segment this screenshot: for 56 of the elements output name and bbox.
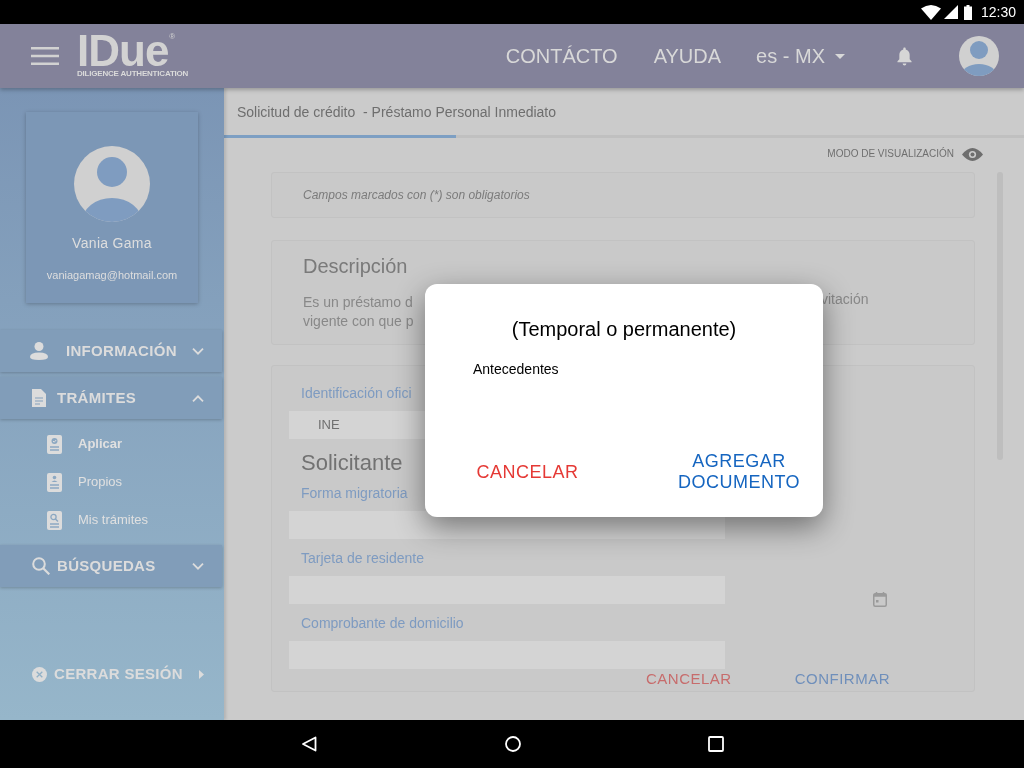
field-label: Identificación ofici — [301, 385, 412, 401]
avatar-icon[interactable] — [959, 36, 999, 76]
dialog-text: Antecedentes — [473, 361, 559, 377]
sidebar-section[interactable]: BÚSQUEDAS — [0, 545, 222, 587]
add-document-button[interactable]: AGREGAR DOCUMENTO — [670, 444, 808, 500]
logout-button[interactable]: CERRAR SESIÓN — [0, 659, 224, 689]
logo-wordmark: IDue — [77, 33, 169, 69]
document-icon — [32, 389, 46, 407]
recents-icon[interactable] — [708, 736, 724, 752]
sidebar-item[interactable]: Mis trámites — [0, 501, 224, 539]
back-icon[interactable] — [301, 736, 317, 752]
person-icon — [30, 342, 48, 360]
avatar-icon — [74, 146, 150, 222]
dialog-title: (Temporal o permanente) — [511, 317, 737, 342]
cancel-button[interactable]: CANCELAR — [465, 444, 590, 500]
profile-email: vaniagamag@hotmail.com — [46, 268, 178, 282]
badge-search-icon — [47, 510, 62, 530]
profile-name: Vania Gama — [72, 234, 152, 252]
wifi-icon — [920, 4, 941, 20]
logo-tagline: DILIGENCE AUTHENTICATION — [77, 69, 189, 79]
menu-icon[interactable] — [31, 47, 59, 65]
sidebar-section[interactable]: INFORMACIÓN — [0, 330, 222, 372]
caret-icon — [835, 53, 845, 59]
calendar-icon[interactable] — [873, 592, 887, 607]
description-text: vigente con que p — [303, 313, 414, 329]
status-time: 12:30 — [980, 3, 1016, 21]
sidebar-item[interactable]: Aplicar — [0, 425, 224, 463]
nav-link[interactable]: AYUDA — [653, 44, 722, 68]
description-text: Es un préstamo d — [303, 294, 413, 310]
field-label: Tarjeta de residente — [301, 550, 424, 566]
description-text: vitación — [821, 290, 869, 309]
sidebar-item[interactable]: Propios — [0, 463, 224, 501]
page-title: Solicitud de crédito - Préstamo Personal Inmediato — [237, 102, 557, 121]
badge-person-icon — [47, 472, 62, 492]
eye-icon — [962, 147, 983, 161]
home-icon[interactable] — [505, 736, 521, 752]
field-label: Forma migratoria — [301, 485, 408, 501]
search-icon — [32, 557, 50, 575]
caret-right-icon — [199, 669, 204, 679]
field-value: INE — [318, 417, 340, 433]
field-label: Comprobante de domicilio — [301, 615, 464, 631]
badge-check-icon — [47, 434, 62, 454]
sidebar-section[interactable]: TRÁMITES — [0, 377, 222, 419]
signal-icon — [943, 5, 958, 19]
cancel-button[interactable]: CANCELAR — [646, 669, 732, 689]
view-mode-toggle[interactable]: MODO DE VISUALIZACIÓN — [827, 147, 983, 161]
bell-icon[interactable] — [897, 46, 912, 66]
section-title: Solicitante — [301, 450, 403, 475]
close-circle-icon — [32, 666, 47, 682]
required-fields-note: Campos marcados con (*) son obligatorios — [303, 187, 530, 203]
battery-icon — [963, 4, 972, 20]
nav-link[interactable]: CONTÁCTO — [505, 44, 618, 68]
registered-mark: ® — [169, 33, 176, 41]
section-title: Descripción — [303, 254, 408, 278]
confirm-button[interactable]: CONFIRMAR — [794, 669, 890, 689]
language-selector[interactable]: es - MX — [756, 44, 845, 68]
